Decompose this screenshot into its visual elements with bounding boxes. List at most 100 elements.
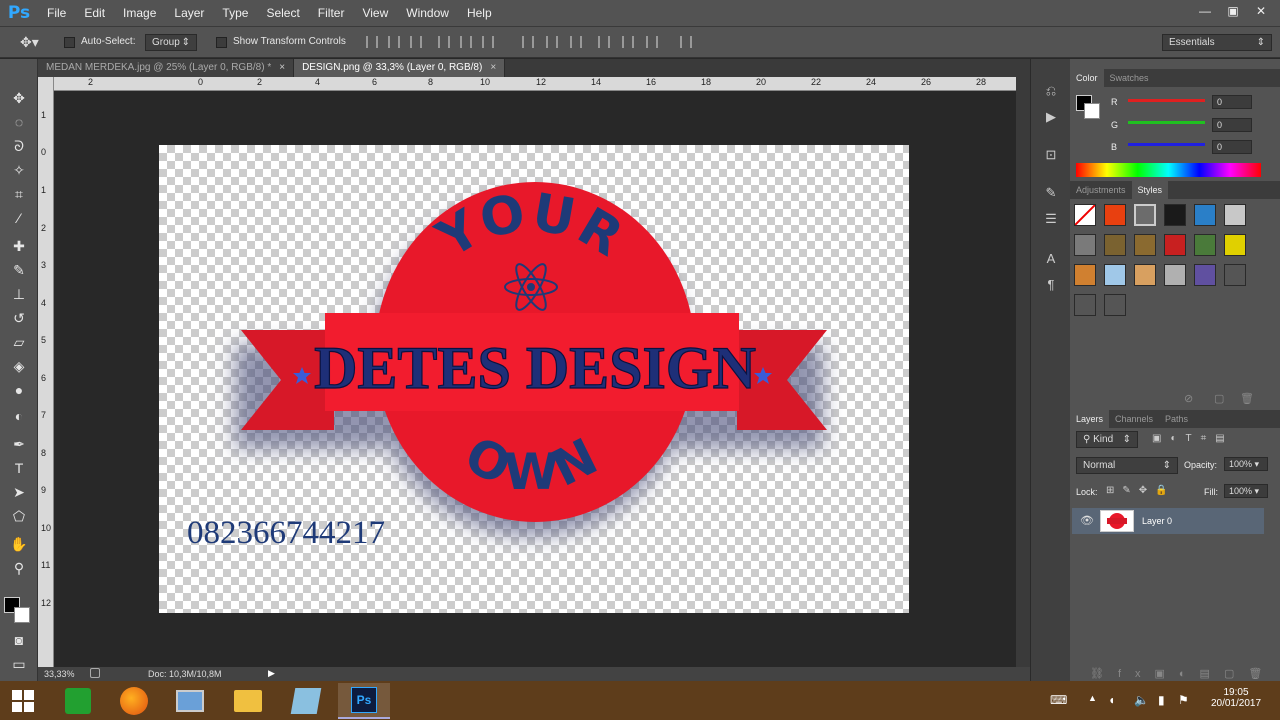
path-select-icon[interactable]: ➤	[8, 481, 30, 503]
eye-icon[interactable]: 👁	[1080, 514, 1094, 527]
start-button[interactable]	[0, 683, 46, 719]
style-swatch[interactable]	[1164, 234, 1186, 256]
style-swatch[interactable]	[1134, 264, 1156, 286]
style-swatch[interactable]	[1134, 234, 1156, 256]
color-bg-swatch[interactable]	[1084, 103, 1100, 119]
tab-design[interactable]: DESIGN.png @ 33,3% (Layer 0, RGB/8) ×	[294, 59, 506, 77]
document-canvas[interactable]: YOUR OWN DETES DESIGN 082366744217	[159, 145, 909, 613]
canvas-workspace[interactable]: YOUR OWN DETES DESIGN 082366744217	[54, 92, 1016, 667]
distribute-left-icon[interactable]	[598, 36, 610, 48]
properties-icon[interactable]: ⊡	[1043, 147, 1059, 163]
status-menu-arrow-icon[interactable]: ▶	[268, 668, 275, 679]
distribute-hcenter-icon[interactable]	[622, 36, 634, 48]
align-top-icon[interactable]	[366, 36, 378, 48]
layer-row[interactable]: 👁 Layer 0	[1072, 508, 1264, 534]
brush-presets-icon[interactable]: ☰	[1043, 211, 1059, 227]
auto-align-icon[interactable]	[680, 36, 692, 48]
character-icon[interactable]: A	[1043, 251, 1059, 267]
align-vcenter-icon[interactable]	[388, 36, 400, 48]
store-app-icon[interactable]	[52, 683, 104, 719]
menu-edit[interactable]: Edit	[75, 0, 114, 26]
flag-icon[interactable]: ⚑	[1178, 693, 1189, 707]
clear-style-icon[interactable]: ⊘	[1184, 392, 1193, 405]
file-explorer-icon[interactable]	[222, 683, 274, 719]
align-right-icon[interactable]	[482, 36, 494, 48]
layer-filter-dropdown[interactable]: ⚲ Kind ⇕	[1076, 431, 1138, 448]
tab-channels[interactable]: Channels	[1109, 410, 1159, 428]
status-icon[interactable]	[90, 668, 100, 678]
clock[interactable]: 19:05 20/01/2017	[1206, 687, 1266, 709]
maximize-button[interactable]: ▣	[1220, 2, 1246, 20]
lock-icons[interactable]: ⊞✎✥🔒	[1106, 485, 1176, 496]
distribute-right-icon[interactable]	[646, 36, 658, 48]
zoom-level[interactable]: 33,33%	[44, 669, 75, 679]
channel-g-slider[interactable]	[1128, 121, 1205, 124]
menu-view[interactable]: View	[353, 0, 397, 26]
network-icon[interactable]: ◖	[1108, 693, 1115, 707]
color-spectrum[interactable]	[1076, 163, 1261, 177]
style-swatch[interactable]	[1074, 294, 1096, 316]
screen-mode-icon[interactable]: ▭	[8, 653, 30, 675]
brush-panel-icon[interactable]: ✎	[1043, 185, 1059, 201]
clone-stamp-icon[interactable]: ⊥	[8, 283, 30, 305]
quick-select-icon[interactable]: ✧	[8, 159, 30, 181]
workspace-dropdown[interactable]: Essentials ⇕	[1162, 34, 1272, 51]
distribute-bottom-icon[interactable]	[570, 36, 582, 48]
opacity-input[interactable]: 100% ▾	[1224, 457, 1268, 471]
history-icon[interactable]: ⎌	[1043, 83, 1059, 99]
distribute-top-icon[interactable]	[522, 36, 534, 48]
menu-type[interactable]: Type	[213, 0, 257, 26]
style-swatch[interactable]	[1074, 264, 1096, 286]
menu-filter[interactable]: Filter	[309, 0, 354, 26]
layer-bottom-icons[interactable]: ⛓fx▣◐▤▢🗑	[1090, 667, 1276, 680]
menu-file[interactable]: File	[38, 0, 75, 26]
auto-select-checkbox[interactable]	[64, 37, 75, 48]
menu-layer[interactable]: Layer	[165, 0, 213, 26]
blur-tool-icon[interactable]: ●	[8, 379, 30, 401]
tab-swatches[interactable]: Swatches	[1104, 69, 1155, 87]
paragraph-icon[interactable]: ¶	[1043, 277, 1059, 293]
battery-icon[interactable]: ▮	[1158, 693, 1165, 707]
actions-play-icon[interactable]: ▶	[1043, 109, 1059, 125]
pen-tool-icon[interactable]: ✒	[8, 433, 30, 455]
brush-tool-icon[interactable]: ✎	[8, 259, 30, 281]
healing-brush-icon[interactable]: ✚	[8, 235, 30, 257]
auto-select-dropdown[interactable]: Group ⇕	[145, 34, 197, 51]
style-swatch[interactable]	[1164, 204, 1186, 226]
dodge-tool-icon[interactable]: ◐	[8, 405, 30, 427]
style-swatch[interactable]	[1104, 234, 1126, 256]
align-left-icon[interactable]	[438, 36, 450, 48]
close-button[interactable]: ✕	[1248, 2, 1274, 20]
eyedropper-icon[interactable]: ⁄	[8, 207, 30, 229]
tab-styles[interactable]: Styles	[1131, 181, 1169, 199]
menu-select[interactable]: Select	[257, 0, 308, 26]
new-style-icon[interactable]: ▢	[1214, 392, 1224, 405]
menu-window[interactable]: Window	[397, 0, 458, 26]
style-swatch[interactable]	[1224, 264, 1246, 286]
background-color-swatch[interactable]	[14, 607, 30, 623]
hand-tool-icon[interactable]: ✋	[8, 533, 30, 555]
zoom-tool-icon[interactable]: ⚲	[8, 557, 30, 579]
style-swatch[interactable]	[1224, 204, 1246, 226]
tab-medan-merdeka[interactable]: MEDAN MERDEKA.jpg @ 25% (Layer 0, RGB/8)…	[38, 59, 295, 77]
app-icon[interactable]	[280, 683, 332, 719]
quick-mask-icon[interactable]: ◙	[8, 629, 30, 651]
vertical-scrollbar[interactable]	[1016, 77, 1030, 667]
move-tool-icon[interactable]: ✥	[8, 87, 30, 109]
tab-layers[interactable]: Layers	[1070, 410, 1110, 428]
move-tool-icon[interactable]: ✥▾	[20, 34, 39, 51]
transform-controls-checkbox[interactable]	[216, 37, 227, 48]
menu-image[interactable]: Image	[114, 0, 165, 26]
tab-paths[interactable]: Paths	[1159, 410, 1194, 428]
shape-tool-icon[interactable]: ⬠	[8, 505, 30, 527]
type-tool-icon[interactable]: T	[8, 457, 30, 479]
style-swatch[interactable]	[1074, 234, 1096, 256]
style-swatch[interactable]	[1164, 264, 1186, 286]
style-swatch[interactable]	[1194, 264, 1216, 286]
marquee-tool-icon[interactable]: ◌	[8, 111, 30, 133]
minimize-button[interactable]: —	[1192, 2, 1218, 20]
channel-b-slider[interactable]	[1128, 143, 1205, 146]
close-icon[interactable]: ×	[279, 62, 285, 73]
tab-color[interactable]: Color	[1070, 69, 1104, 87]
keyboard-icon[interactable]: ⌨	[1050, 693, 1067, 707]
